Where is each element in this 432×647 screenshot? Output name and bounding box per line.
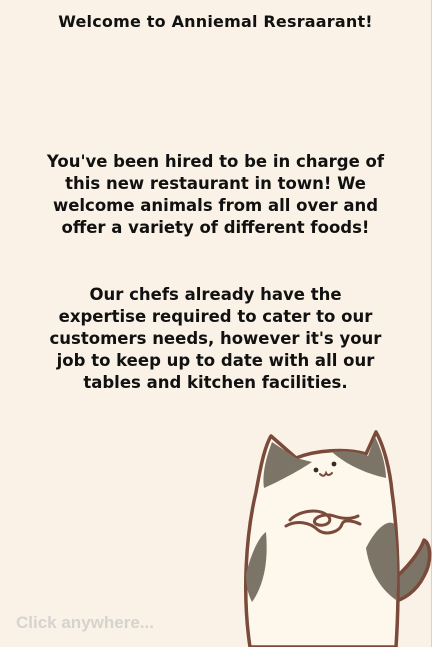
cat-eye (331, 461, 337, 467)
intro-line: offer a variety of different foods! (61, 218, 370, 237)
intro-line: You've been hired to be in charge of (46, 152, 385, 171)
intro-screen[interactable]: Welcome to Anniemal Resraarant! You've b… (0, 0, 432, 647)
details-line: customers needs, however it's your (49, 329, 382, 348)
intro-line: this new restaurant in town! We (65, 174, 366, 193)
details-line: expertise required to cater to our (58, 307, 373, 326)
page-title: Welcome to Anniemal Resraarant! (58, 12, 373, 31)
cat-mascot-icon (244, 430, 432, 647)
cat-eye (313, 467, 319, 473)
intro-line: welcome animals from all over and (52, 196, 379, 215)
details-paragraph: Our chefs already have the expertise req… (30, 284, 401, 394)
details-line: Our chefs already have the (89, 285, 342, 304)
details-line: job to keep up to date with all our (56, 351, 375, 370)
intro-paragraph: You've been hired to be in charge of thi… (30, 151, 401, 239)
click-hint: Click anywhere... (16, 613, 154, 632)
details-line: tables and kitchen facilities. (83, 373, 348, 392)
